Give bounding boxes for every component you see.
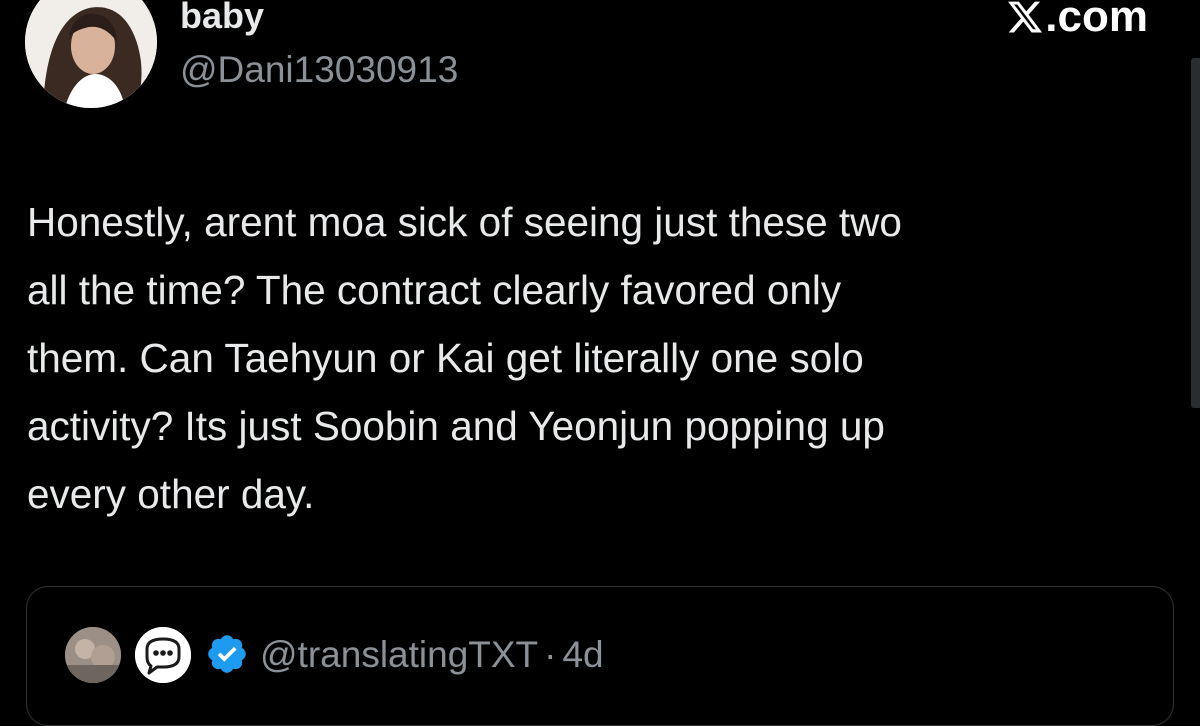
brand-domain-suffix: .com [1045,0,1148,41]
scrollbar[interactable] [1191,58,1200,408]
meta-separator: · [544,634,557,675]
author-handle[interactable]: @Dani13030913 [180,46,458,94]
quoted-tweet-card[interactable]: @translatingTXT · 4d [26,586,1174,726]
quoted-author-handle[interactable]: @translatingTXT [260,634,538,675]
quoted-tweet-age[interactable]: 4d [562,634,603,675]
x-logo-icon [1006,0,1044,36]
author-avatar[interactable] [25,0,157,108]
tweet-text: Honestly, arent moa sick of seeing just … [27,199,902,517]
brand-watermark: .com [1006,0,1148,42]
profile-photo [25,0,157,108]
quoted-tweet-meta: @translatingTXT · 4d [260,633,604,677]
author-display-name[interactable]: baby [180,0,264,38]
verified-badge-icon [205,632,249,676]
